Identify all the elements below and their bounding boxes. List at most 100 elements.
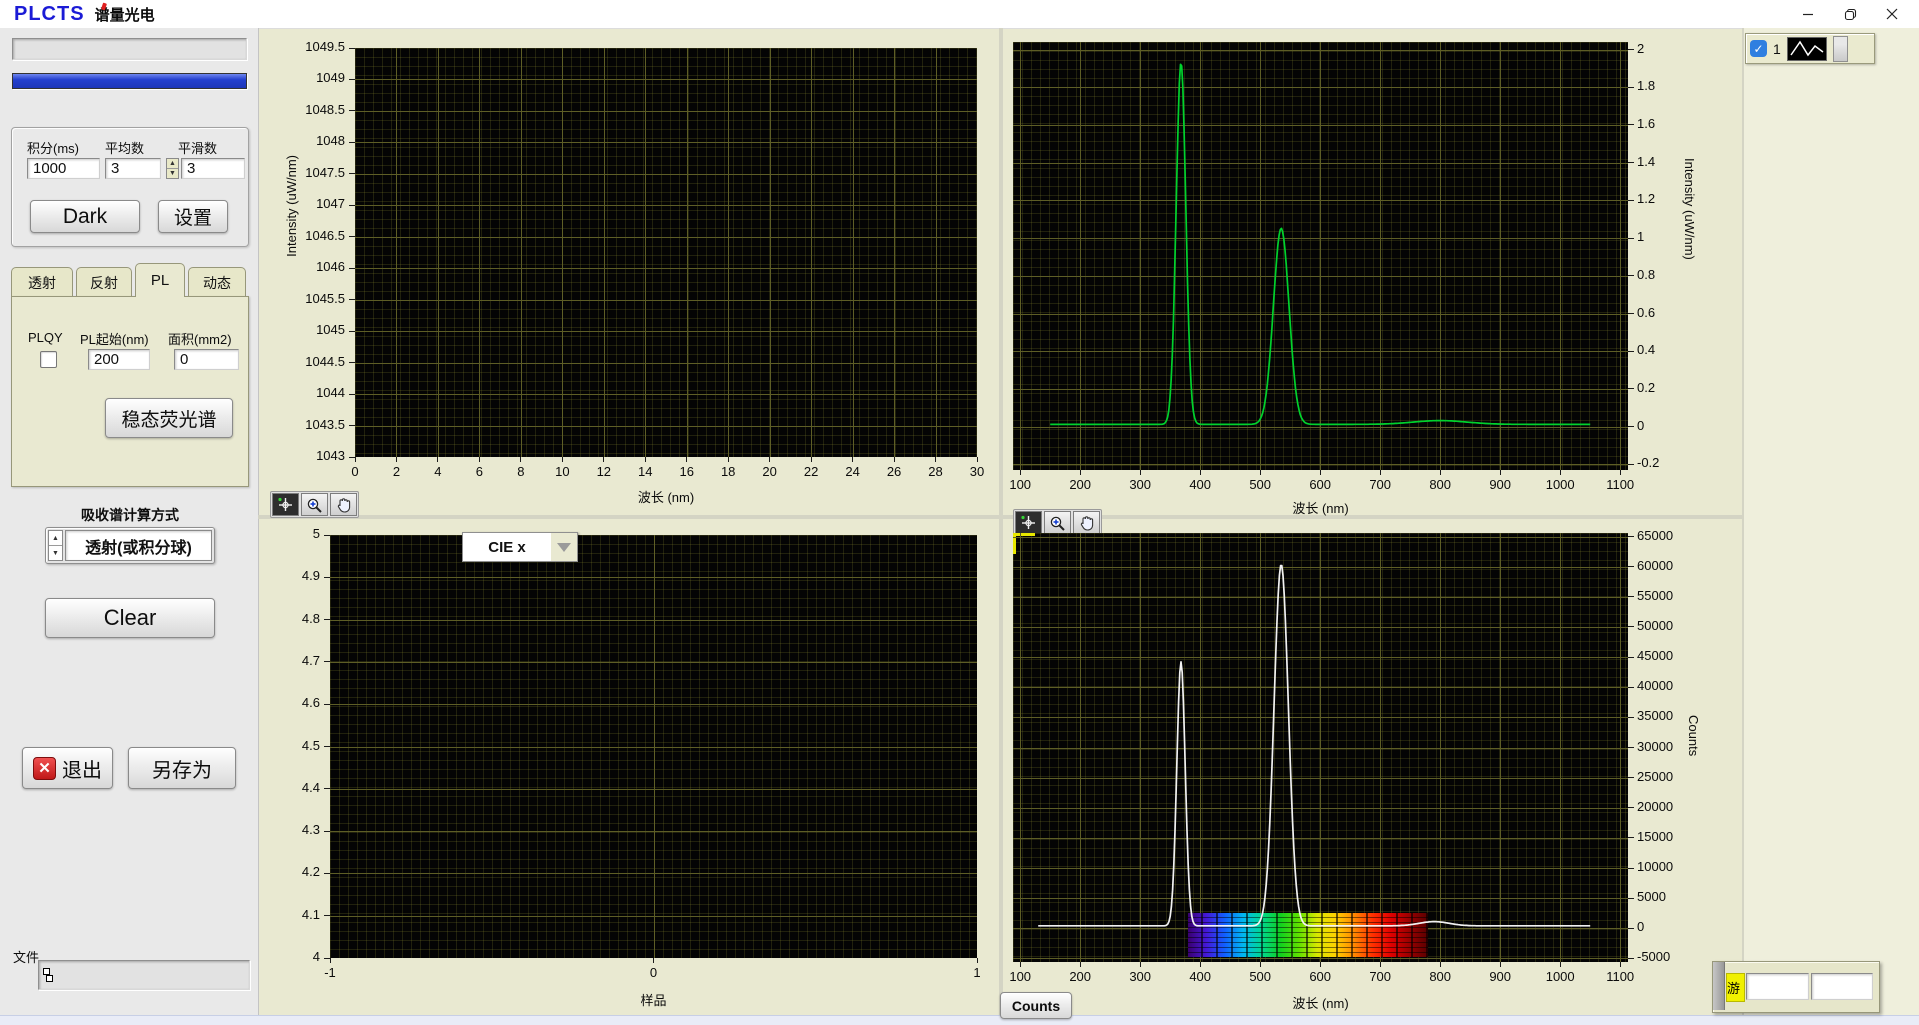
restore-button[interactable] <box>1829 1 1871 27</box>
y-tick-mark <box>1628 807 1634 808</box>
y-tick-mark <box>1628 426 1634 427</box>
y-tick-label: -5000 <box>1637 949 1707 964</box>
stepper-up-icon[interactable]: ▲ <box>167 159 178 169</box>
cursor-y-field[interactable] <box>1811 973 1873 1000</box>
plot-cie-sample[interactable]: -10154.94.84.74.64.54.44.34.24.14 <box>330 535 977 958</box>
close-button[interactable] <box>1871 1 1913 27</box>
y-tick-mark <box>1628 124 1634 125</box>
y-tick-label: 1043 <box>279 448 345 463</box>
y-tick-label: 4.1 <box>254 907 320 922</box>
save-as-button-label: 另存为 <box>152 754 212 783</box>
y-tick-mark <box>1628 275 1634 276</box>
gridline-v <box>936 48 937 457</box>
close-icon <box>1886 8 1898 20</box>
y-tick-label: 20000 <box>1637 799 1707 814</box>
exit-button[interactable]: ✕ 退出 <box>22 747 113 789</box>
y-tick-label: 1046 <box>279 259 345 274</box>
tab-pl[interactable]: PL <box>135 263 185 297</box>
y-tick-mark <box>349 457 355 458</box>
legend-style-icon[interactable] <box>1833 36 1848 62</box>
stepper-up-icon[interactable]: ▲ <box>49 531 62 546</box>
y-tick-label: 4.5 <box>254 738 320 753</box>
file-browse-icon[interactable] <box>43 968 52 982</box>
legend-waveform-icon[interactable] <box>1787 37 1827 61</box>
x-tick-mark <box>1260 470 1261 475</box>
x-tick-label: 700 <box>1350 969 1410 984</box>
smooth-input[interactable]: 3 <box>181 158 245 179</box>
x-tick-mark <box>977 958 978 963</box>
x-tick-mark <box>1440 470 1441 475</box>
plqy-checkbox[interactable] <box>40 351 57 368</box>
series-line-1 <box>1050 64 1590 424</box>
plot-pl-intensity[interactable]: 1002003004005006007008009001000110021.81… <box>1013 42 1628 470</box>
zoom-tool-button[interactable] <box>301 493 328 516</box>
x-tick-mark <box>1620 470 1621 475</box>
crosshair-tool-button[interactable] <box>272 493 299 516</box>
gridline-h <box>330 916 977 917</box>
save-as-button[interactable]: 另存为 <box>128 747 236 789</box>
x-tick-label: 300 <box>1110 477 1170 492</box>
cursor-name-label[interactable]: 游 <box>1726 973 1745 1002</box>
plqy-label: PLQY <box>28 330 63 345</box>
x-tick-mark <box>686 457 687 462</box>
plot-dark-reference[interactable]: 0246810121416182022242628301049.51049104… <box>355 48 977 457</box>
counts-mode-button[interactable]: Counts <box>1000 992 1072 1019</box>
y-tick-mark <box>349 268 355 269</box>
minimize-icon <box>1802 8 1814 20</box>
dark-button[interactable]: Dark <box>30 200 140 233</box>
y-tick-label: 1043.5 <box>279 417 345 432</box>
x-tick-mark <box>728 457 729 462</box>
y-tick-label: -0.2 <box>1637 455 1707 470</box>
stepper-down-icon[interactable]: ▼ <box>167 169 178 178</box>
integration-input[interactable]: 1000 <box>27 158 100 179</box>
legend-visibility-checkbox[interactable]: ✓ <box>1750 40 1767 57</box>
settings-button[interactable]: 设置 <box>158 200 228 233</box>
gridline-h <box>355 142 977 143</box>
x-tick-mark <box>1020 962 1021 967</box>
cursor-x-field[interactable] <box>1746 973 1809 1000</box>
gridline-h <box>330 620 977 621</box>
gridline-v <box>438 48 439 457</box>
clear-button-label: Clear <box>104 605 157 631</box>
minimize-button[interactable] <box>1787 1 1829 27</box>
absorption-mode-value[interactable]: 透射(或积分球) <box>65 530 212 561</box>
smooth-stepper[interactable]: ▲▼ <box>166 158 179 179</box>
y-tick-label: 55000 <box>1637 588 1707 603</box>
gridline-h <box>355 174 977 175</box>
status-text-field[interactable] <box>12 38 247 60</box>
y-tick-label: 60000 <box>1637 558 1707 573</box>
pl-start-input[interactable]: 200 <box>88 349 150 370</box>
cie-selector-dropdown[interactable]: CIE x <box>462 532 578 562</box>
y-tick-label: 5000 <box>1637 889 1707 904</box>
stepper-down-icon[interactable]: ▼ <box>49 546 62 560</box>
cie-selector-arrow[interactable] <box>551 533 577 561</box>
file-path-field[interactable] <box>38 960 250 990</box>
y-tick-mark <box>324 661 330 662</box>
average-input[interactable]: 3 <box>105 158 161 179</box>
tab-dynamic[interactable]: 动态 <box>188 267 246 297</box>
integration-value: 1000 <box>33 160 66 177</box>
absorption-mode-stepper[interactable]: ▲▼ <box>48 530 63 561</box>
x-tick-mark <box>1320 962 1321 967</box>
x-tick-mark <box>1560 962 1561 967</box>
tab-reflection[interactable]: 反射 <box>76 267 132 297</box>
zoom-tool-button[interactable] <box>1044 511 1071 534</box>
x-tick-mark <box>330 958 331 963</box>
x-tick-mark <box>1140 962 1141 967</box>
steady-state-pl-button[interactable]: 稳态荧光谱 <box>105 398 233 438</box>
tab-transmission[interactable]: 透射 <box>11 267 73 297</box>
gridline-h <box>355 426 977 427</box>
cursor-list-scrollbar[interactable] <box>1713 962 1725 1010</box>
absorption-mode-select[interactable]: ▲▼ 透射(或积分球) <box>45 527 215 564</box>
plot-counts-spectrum[interactable]: 1002003004005006007008009001000110065000… <box>1013 533 1628 962</box>
crosshair-tool-button[interactable] <box>1015 511 1042 534</box>
y-tick-label: 1044 <box>279 385 345 400</box>
x-tick-label: 800 <box>1410 477 1470 492</box>
pan-tool-button[interactable] <box>330 493 357 516</box>
pan-tool-button[interactable] <box>1073 511 1100 534</box>
x-tick-mark <box>811 457 812 462</box>
area-input[interactable]: 0 <box>174 349 239 370</box>
gridline-v <box>396 48 397 457</box>
clear-button[interactable]: Clear <box>45 598 215 638</box>
x-tick-label: 1000 <box>1530 969 1590 984</box>
